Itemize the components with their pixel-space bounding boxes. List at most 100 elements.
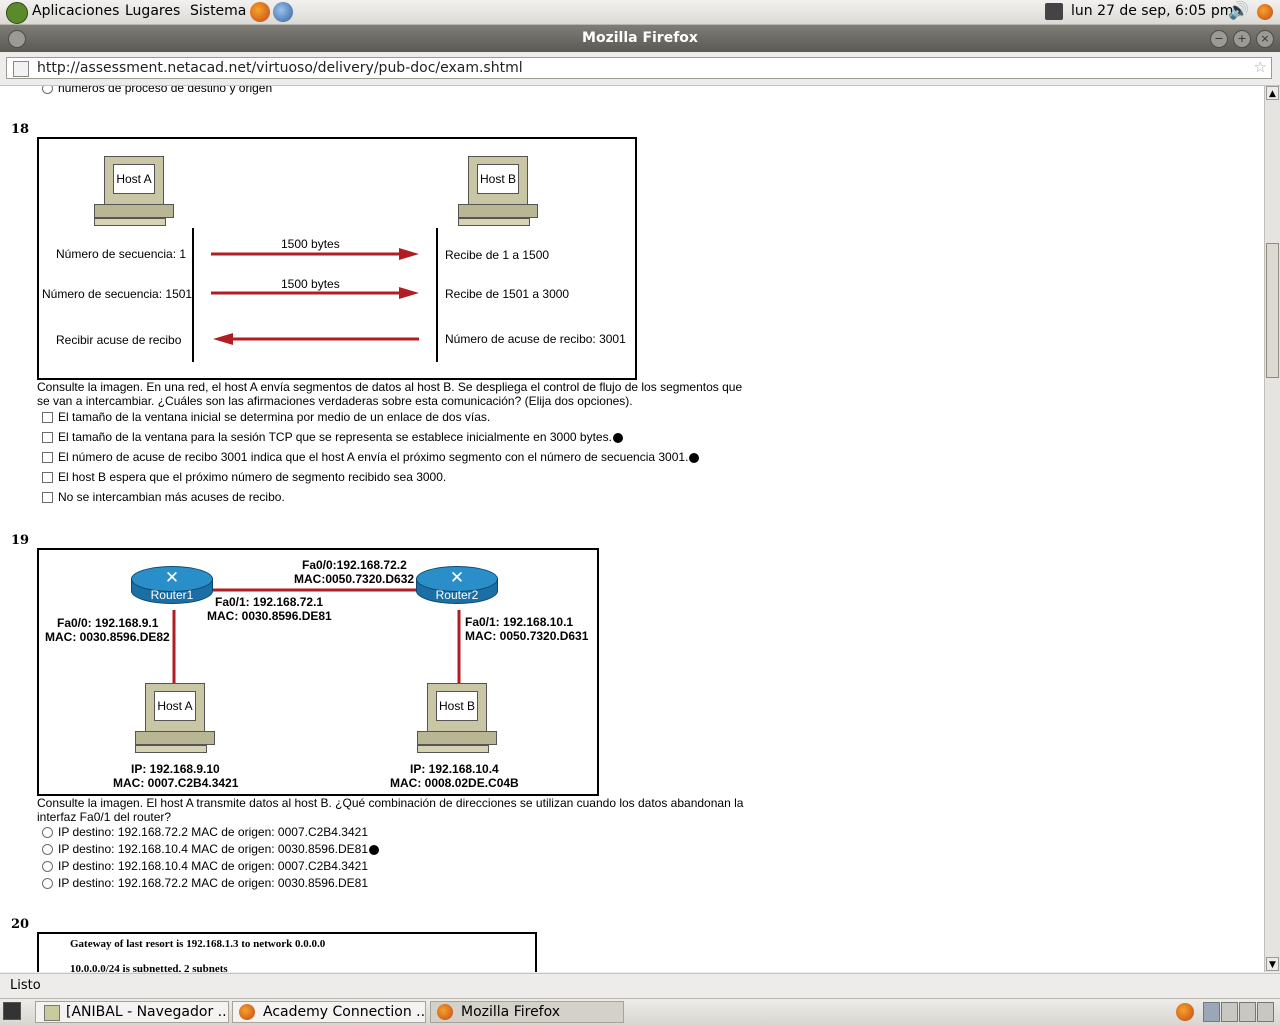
bookmark-star-icon[interactable]: ☆ [1254,58,1267,76]
clock[interactable]: lun 27 de sep, 6:05 pm [1071,3,1233,19]
workspace-switcher[interactable] [1203,1002,1275,1022]
q20-figure: Gateway of last resort is 192.168.1.3 to… [37,932,537,972]
show-desktop-icon[interactable] [3,1002,21,1020]
task-label: [ANIBAL - Navegador ... [66,1004,229,1020]
question-number-19: 19 [11,533,30,548]
r2-fa01-ip: Fa0/1: 192.168.10.1 [465,615,574,629]
printer-icon[interactable] [1045,3,1063,20]
r1-fa01-mac: MAC: 0030.8596.DE81 [207,609,332,623]
q19-figure: ✕ Router1 ✕ Router2 Fa0/0:192.168.72.2 M… [37,548,599,796]
menu-sistema[interactable]: Sistema [190,3,246,19]
option-label: El host B espera que el próximo número d… [58,470,447,484]
workspace-2[interactable] [1221,1002,1238,1022]
workspace-3[interactable] [1239,1002,1256,1022]
scroll-thumb[interactable] [1266,243,1279,378]
window-title: Mozilla Firefox [582,30,698,46]
prev-option[interactable]: números de proceso de destino y origen [42,86,272,95]
mail-launcher-icon[interactable] [273,2,293,22]
firefox-icon [239,1004,255,1020]
checkbox[interactable] [42,452,53,464]
host-b-label: Host B [477,164,519,194]
vertical-scrollbar[interactable]: ▲ ▼ [1264,86,1280,972]
menu-aplicaciones[interactable]: Aplicaciones [32,3,119,19]
radio-button[interactable] [42,861,53,873]
recv-label-2: Recibe de 1501 a 3000 [445,287,570,301]
window-titlebar[interactable]: Mozilla Firefox − + × [0,25,1280,52]
q18-option-4[interactable]: El host B espera que el próximo número d… [42,470,446,484]
workspace-1[interactable] [1203,1002,1220,1022]
task-anibal[interactable]: [ANIBAL - Navegador ... [35,1001,229,1023]
r1-fa00-ip: Fa0/0: 192.168.9.1 [57,616,159,630]
host-a-computer-icon: Host A [135,683,219,761]
firefox-tray-icon[interactable] [1257,4,1273,20]
navigation-toolbar: http://assessment.netacad.net/virtuoso/d… [0,52,1280,86]
radio-button[interactable] [42,844,53,856]
option-label: El tamaño de la ventana para la sesión T… [58,430,612,444]
option-label: IP destino: 192.168.10.4 MAC de origen: … [58,859,369,873]
firefox-launcher-icon[interactable] [250,2,270,22]
radio-button[interactable] [42,827,53,839]
host-b-computer-icon: Host B [417,683,501,761]
checkbox[interactable] [42,432,53,444]
host-b-mac: MAC: 0008.02DE.C04B [390,776,519,790]
ack-number-label: Número de acuse de recibo: 3001 [445,332,626,346]
seq-label-2: Número de secuencia: 1501 [42,287,193,301]
radio-button[interactable] [42,878,53,890]
q18-option-5[interactable]: No se intercambian más acuses de recibo. [42,490,285,504]
task-firefox[interactable]: Mozilla Firefox [430,1001,624,1023]
url-input[interactable]: http://assessment.netacad.net/virtuoso/d… [6,57,1272,79]
status-bar: Listo [0,973,1280,998]
task-academy[interactable]: Academy Connection ... [232,1001,426,1023]
option-label: El tamaño de la ventana inicial se deter… [58,410,491,424]
q19-option-4[interactable]: IP destino: 192.168.72.2 MAC de origen: … [42,876,368,890]
answer-marker-icon [612,432,623,443]
r1-fa01-ip: Fa0/1: 192.168.72.1 [215,595,324,609]
answer-marker-icon [689,452,700,463]
q18-option-2[interactable]: El tamaño de la ventana para la sesión T… [42,430,623,444]
q19-links [172,588,461,683]
router1-icon: ✕ Router1 [131,566,213,608]
firefox-tray-icon[interactable] [1176,1003,1194,1021]
routing-line-2: 10.0.0.0/24 is subnetted, 2 subnets [70,963,228,972]
task-label: Mozilla Firefox [461,1004,561,1020]
status-text: Listo [10,978,41,993]
top-panel: Aplicaciones Lugares Sistema lun 27 de s… [0,0,1280,25]
host-b-computer-icon: Host B [458,156,542,234]
checkbox[interactable] [42,472,53,484]
option-label: IP destino: 192.168.72.2 MAC de origen: … [58,825,369,839]
q19-option-2[interactable]: IP destino: 192.168.10.4 MAC de origen: … [42,842,380,856]
r2-fa00-ip: Fa0/0:192.168.72.2 [302,558,407,572]
maximize-icon[interactable]: + [1233,30,1251,48]
host-b-ip: IP: 192.168.10.4 [410,762,499,776]
workspace-4[interactable] [1257,1002,1274,1022]
radio-button[interactable] [42,86,53,95]
close-icon[interactable]: × [1256,30,1274,48]
scroll-down-icon[interactable]: ▼ [1266,957,1279,971]
minimize-icon[interactable]: − [1210,30,1228,48]
firefox-icon [437,1004,453,1020]
option-label: No se intercambian más acuses de recibo. [58,490,285,504]
host-b-label: Host B [436,691,478,721]
option-label: IP destino: 192.168.72.2 MAC de origen: … [58,876,369,890]
checkbox[interactable] [42,492,53,504]
gnome-foot-icon[interactable] [6,2,28,24]
site-identity-icon[interactable] [13,61,29,77]
q19-option-1[interactable]: IP destino: 192.168.72.2 MAC de origen: … [42,825,368,839]
scroll-up-icon[interactable]: ▲ [1266,86,1279,100]
menu-lugares[interactable]: Lugares [125,3,180,19]
url-text: http://assessment.netacad.net/virtuoso/d… [37,60,523,76]
option-label: El número de acuse de recibo 3001 indica… [58,450,689,464]
q19-option-3[interactable]: IP destino: 192.168.10.4 MAC de origen: … [42,859,368,873]
q18-option-3[interactable]: El número de acuse de recibo 3001 indica… [42,450,700,464]
q18-text: Consulte la imagen. En una red, el host … [37,380,743,408]
answer-marker-icon [369,844,380,855]
q18-option-1[interactable]: El tamaño de la ventana inicial se deter… [42,410,490,424]
checkbox[interactable] [42,412,53,424]
q18-figure: Host A Host B Número de secuencia: 1 Núm… [37,137,637,380]
router2-label: Router2 [435,588,479,602]
volume-icon[interactable]: 🔊 [1228,1,1249,21]
host-a-label: Host A [113,164,155,194]
option-label: números de proceso de destino y origen [58,86,273,95]
recv-label-1: Recibe de 1 a 1500 [445,248,550,262]
host-b-timeline [436,228,438,362]
